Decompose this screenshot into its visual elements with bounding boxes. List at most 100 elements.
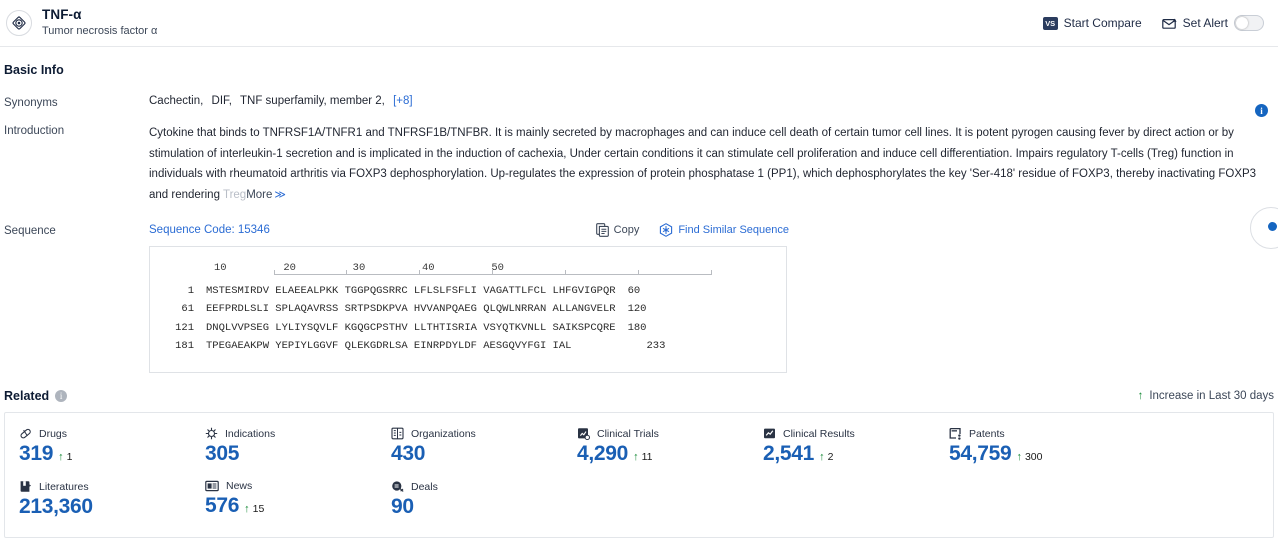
stat-card-deals[interactable]: Deals 90 xyxy=(377,478,563,531)
up-arrow-icon: ↑ xyxy=(819,451,825,463)
stat-card-clinical-results[interactable]: Clinical Results 2,541 ↑ 2 xyxy=(749,425,935,478)
synonym-item: TNF superfamily, member 2, xyxy=(240,95,385,107)
find-similar-sequence-button[interactable]: Find Similar Sequence xyxy=(659,223,789,237)
sequence-end-index: 180 xyxy=(627,321,647,334)
stat-delta: ↑ 15 xyxy=(244,503,264,515)
stat-label: Patents xyxy=(969,427,1005,440)
stat-delta: ↑ 11 xyxy=(633,451,652,463)
virus-icon xyxy=(205,427,218,440)
set-alert-control[interactable]: Set Alert xyxy=(1161,15,1264,31)
stat-value: 430 xyxy=(391,442,426,465)
ruler-tick-label: 20 xyxy=(283,262,296,274)
stat-delta: ↑ 1 xyxy=(58,451,72,463)
sequence-end-index: 233 xyxy=(646,340,666,352)
page-title: TNF-α xyxy=(42,7,82,23)
stat-head: News xyxy=(205,480,377,492)
building-icon xyxy=(391,427,404,440)
ruler-tick-label: 10 xyxy=(214,262,227,274)
chevron-double-down-icon: ≫ xyxy=(274,188,286,201)
stat-value-row: 54,759 ↑ 300 xyxy=(949,442,1121,466)
copy-icon xyxy=(595,223,609,237)
sequence-start-index: 121 xyxy=(175,321,194,334)
stat-value: 90 xyxy=(391,495,414,518)
start-compare-button[interactable]: VS Start Compare xyxy=(1042,16,1142,30)
start-compare-label: Start Compare xyxy=(1063,16,1142,30)
stat-head: Clinical Trials xyxy=(577,427,749,440)
sequence-residues: DNQLVVPSEG LYLIYSQVLF KGQGCPSTHV LLTHTIS… xyxy=(206,321,616,334)
stat-card-organizations[interactable]: Organizations 430 xyxy=(377,425,563,478)
copy-label: Copy xyxy=(613,224,640,236)
stat-head: Drugs xyxy=(19,427,191,440)
sequence-header: Sequence Code: 15346 Copy Find Similar S… xyxy=(149,223,789,237)
related-info-icon[interactable]: i xyxy=(55,390,68,402)
copy-sequence-button[interactable]: Copy xyxy=(595,223,640,237)
set-alert-toggle[interactable] xyxy=(1234,15,1264,31)
stat-label: News xyxy=(226,480,253,492)
sequence-box: 10 20 30 40 50 1 MSTESMIRDV ELAEEALPKK T… xyxy=(149,246,787,373)
set-alert-label: Set Alert xyxy=(1182,16,1228,30)
sequence-value: Sequence Code: 15346 Copy Find Similar S… xyxy=(149,223,1278,373)
stat-card-clinical-trials[interactable]: Clinical Trials 4,290 ↑ 11 xyxy=(563,425,749,478)
stat-label: Indications xyxy=(225,427,276,440)
sequence-code-link[interactable]: Sequence Code: 15346 xyxy=(149,224,270,236)
stat-head: Organizations xyxy=(391,427,563,440)
stat-delta-value: 2 xyxy=(827,451,834,463)
header-actions: VS Start Compare Set Alert xyxy=(1042,15,1264,31)
stat-value-row: 4,290 ↑ 11 xyxy=(577,442,749,466)
stat-label: Clinical Results xyxy=(783,427,855,440)
introduction-truncated-word: Treg xyxy=(222,188,247,201)
stat-card-indications[interactable]: Indications 305 xyxy=(191,425,377,478)
stat-card-news[interactable]: News 576 ↑ 15 xyxy=(191,478,377,531)
floating-widget-dot[interactable] xyxy=(1268,222,1277,231)
sequence-residues: TPEGAEAKPW YEPIYLGGVF QLEKGDRLSA EINRPDY… xyxy=(206,340,572,352)
stat-head: Indications xyxy=(205,427,377,440)
sequence-end-index: 120 xyxy=(627,303,647,315)
stat-value-row: 430 xyxy=(391,442,563,466)
hexagon-molecule-icon xyxy=(659,223,673,237)
entity-subtitle: Tumor necrosis factor α xyxy=(42,25,158,38)
stat-card-literatures[interactable]: Literatures 213,360 xyxy=(5,478,191,531)
clipboard-chart-icon xyxy=(577,427,590,440)
introduction-row: Introduction Cytokine that binds to TNFR… xyxy=(0,109,1278,205)
introduction-more-link[interactable]: More ≫ xyxy=(246,189,286,201)
increase-legend-label: Increase in Last 30 days xyxy=(1149,390,1274,402)
up-arrow-icon: ↑ xyxy=(244,503,250,515)
stat-delta-value: 1 xyxy=(66,451,73,463)
stat-value: 2,541 xyxy=(763,442,815,465)
stat-value: 576 xyxy=(205,494,240,517)
synonym-item: Cachectin, xyxy=(149,95,204,107)
newspaper-icon xyxy=(205,480,219,492)
ruler-tick-label: 40 xyxy=(421,262,435,274)
increase-legend: ↑ Increase in Last 30 days xyxy=(1138,390,1274,402)
entity-title-block: TNF-α Tumor necrosis factor α xyxy=(42,7,157,39)
deal-icon xyxy=(391,480,404,493)
results-chart-icon xyxy=(763,427,776,440)
sequence-residues: EEFPRDLSLI SPLAQAVRSS SRTPSDKPVA HVVANPQ… xyxy=(206,303,616,315)
stat-label: Deals xyxy=(411,480,438,493)
stat-delta-value: 300 xyxy=(1024,451,1043,463)
stat-value: 4,290 xyxy=(577,442,629,465)
book-icon xyxy=(19,480,32,493)
main-content: Basic Info Synonyms Cachectin, DIF, TNF … xyxy=(0,47,1278,538)
sequence-line: 181 TPEGAEAKPW YEPIYLGGVF QLEKGDRLSA EIN… xyxy=(166,337,770,356)
sequence-residues: MSTESMIRDV ELAEEALPKK TGGPQGSRRC LFLSLFS… xyxy=(206,284,616,297)
stat-delta-value: 15 xyxy=(252,503,265,515)
stat-label: Clinical Trials xyxy=(597,427,659,440)
stat-value: 305 xyxy=(205,442,240,465)
stat-head: Deals xyxy=(391,480,563,493)
up-arrow-icon: ↑ xyxy=(633,451,639,463)
sequence-line: 121 DNQLVVPSEG LYLIYSQVLF KGQGCPSTHV LLT… xyxy=(166,319,770,338)
intro-info-badge[interactable]: i xyxy=(1255,104,1268,117)
related-stats-panel: Drugs 319 ↑ 1 Indications 305 Organizati… xyxy=(4,412,1274,538)
stat-card-patents[interactable]: Patents 54,759 ↑ 300 xyxy=(935,425,1121,478)
stat-value-row: 319 ↑ 1 xyxy=(19,442,191,466)
stat-card-drugs[interactable]: Drugs 319 ↑ 1 xyxy=(5,425,191,478)
vs-icon: VS xyxy=(1042,16,1058,30)
stat-value: 54,759 xyxy=(949,442,1012,465)
sequence-row: Sequence Sequence Code: 15346 Copy Find … xyxy=(0,205,1278,373)
stat-value-row: 90 xyxy=(391,495,563,519)
sequence-start-index: 1 xyxy=(187,284,194,297)
synonyms-more-link[interactable]: [+8] xyxy=(393,95,413,107)
basic-info-heading: Basic Info xyxy=(4,63,64,77)
up-arrow-icon: ↑ xyxy=(1016,451,1022,463)
